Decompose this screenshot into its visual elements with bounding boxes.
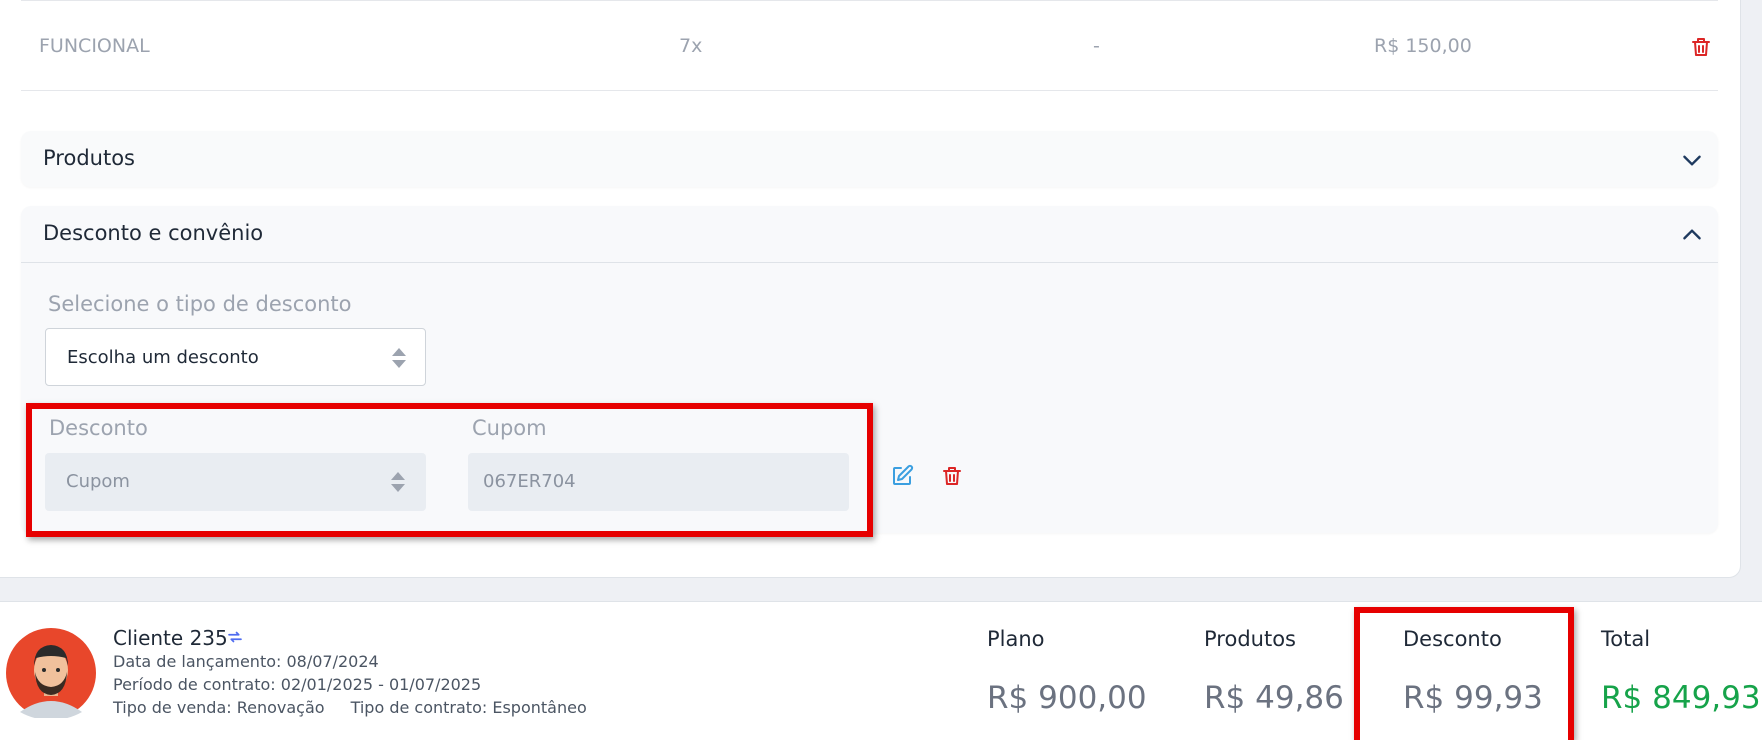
summary-produtos-value: R$ 49,86 [1204,680,1344,716]
contract-type: Tipo de contrato: Espontâneo [350,698,587,717]
discount-type-value: Escolha um desconto [67,347,259,368]
select-arrows-icon [392,348,406,368]
summary-total-value: R$ 849,93 [1601,680,1761,716]
chevron-up-icon[interactable] [1679,222,1705,248]
summary-total-label: Total [1601,627,1651,651]
discount-type-select[interactable]: Escolha um desconto [45,328,426,386]
highlight-box-discount-fields [26,403,873,537]
accordion-desconto-title: Desconto e convênio [43,221,264,245]
modalidade-price: R$ 150,00 [1374,35,1472,57]
trash-icon[interactable] [940,464,964,488]
modalidade-name: FUNCIONAL [39,35,150,57]
trash-icon[interactable] [1689,35,1713,59]
sale-type: Tipo de venda: Renovação [113,698,325,717]
accordion-produtos-header[interactable]: Produtos [21,131,1718,187]
client-name: Cliente 235 [113,626,228,650]
highlight-box-summary-desconto [1354,607,1574,740]
summary-plano-label: Plano [987,627,1045,651]
launch-date: Data de lançamento: 08/07/2024 [113,652,379,671]
modalidade-frequency: 7x [679,35,703,57]
accordion-produtos-title: Produtos [43,146,135,170]
discount-type-label: Selecione o tipo de desconto [48,292,352,316]
avatar [6,628,96,718]
chevron-down-icon[interactable] [1679,147,1705,173]
sync-icon[interactable] [226,628,244,646]
edit-icon[interactable] [890,464,914,488]
modalidade-dash: - [1093,35,1100,57]
summary-plano-value: R$ 900,00 [987,680,1147,716]
summary-produtos-label: Produtos [1204,627,1296,651]
contract-period: Período de contrato: 02/01/2025 - 01/07/… [113,675,482,694]
accordion-produtos[interactable]: Produtos [21,131,1718,187]
accordion-desconto-header[interactable]: Desconto e convênio [21,206,1718,263]
modalidade-row: FUNCIONAL 7x - R$ 150,00 [21,0,1718,91]
sale-contract-types: Tipo de venda: Renovação Tipo de contrato… [113,698,587,717]
